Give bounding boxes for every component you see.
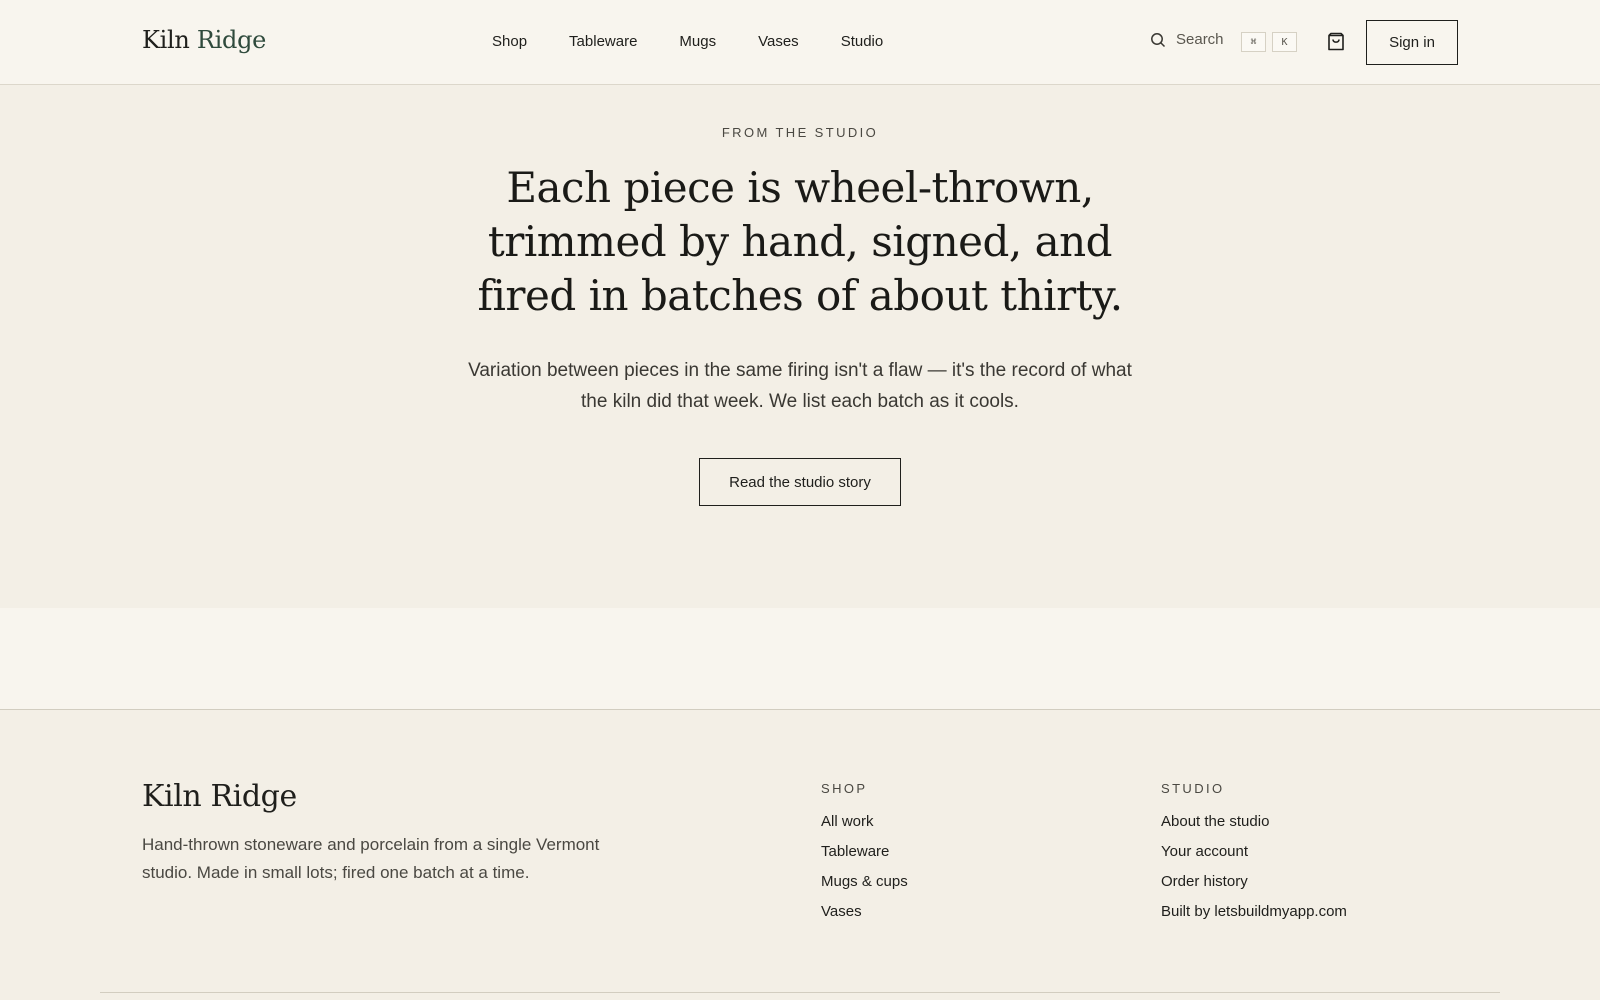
nav-tableware[interactable]: Tableware (569, 33, 637, 50)
search-trigger[interactable]: Search (1150, 31, 1224, 48)
hero-headline: Each piece is wheel-thrown, trimmed by h… (477, 163, 1123, 320)
cart-button[interactable] (1325, 31, 1347, 58)
site-header: Kiln Ridge Shop Tableware Mugs Vases Stu… (0, 0, 1600, 85)
footer-shop-column: SHOP All work Tableware Mugs & cups Vase… (821, 781, 908, 932)
search-icon (1150, 32, 1166, 48)
logo-accent: Ridge (196, 26, 267, 54)
nav-vases[interactable]: Vases (758, 33, 799, 50)
hero-lede: Variation between pieces in the same fir… (468, 360, 1132, 412)
main-nav: Shop Tableware Mugs Vases Studio (492, 33, 883, 50)
sign-in-button[interactable]: Sign in (1366, 20, 1458, 65)
kbd-k: K (1272, 32, 1297, 52)
footer-link-mugs-cups[interactable]: Mugs & cups (821, 872, 908, 902)
footer-link-order-history[interactable]: Order history (1161, 872, 1347, 902)
hero-section: FROM THE STUDIO Each piece is wheel-thro… (0, 85, 1600, 608)
search-label: Search (1176, 31, 1224, 48)
nav-mugs[interactable]: Mugs (679, 33, 716, 50)
footer-studio-column: STUDIO About the studio Your account Ord… (1161, 781, 1347, 932)
footer-link-account[interactable]: Your account (1161, 842, 1347, 872)
footer-link-all-work[interactable]: All work (821, 812, 908, 842)
footer-link-tableware[interactable]: Tableware (821, 842, 908, 872)
content-band (0, 608, 1600, 710)
footer-link-about[interactable]: About the studio (1161, 812, 1347, 842)
nav-studio[interactable]: Studio (841, 33, 884, 50)
studio-story-button[interactable]: Read the studio story (699, 458, 901, 506)
footer-description: Hand-thrown stoneware and porcelain from… (142, 835, 600, 882)
search-shortcut: ⌘ K (1241, 32, 1297, 52)
footer-shop-heading: SHOP (821, 781, 868, 796)
footer-link-vases[interactable]: Vases (821, 902, 908, 932)
site-footer: Kiln Ridge Hand-thrown stoneware and por… (0, 711, 1600, 1000)
site-logo[interactable]: Kiln Ridge (142, 26, 266, 54)
footer-studio-heading: STUDIO (1161, 781, 1225, 796)
nav-shop[interactable]: Shop (492, 33, 527, 50)
logo-primary: Kiln (142, 26, 190, 54)
shopping-bag-icon (1325, 32, 1347, 57)
footer-link-built-by[interactable]: Built by letsbuildmyapp.com (1161, 902, 1347, 932)
hero-eyebrow: FROM THE STUDIO (721, 125, 879, 140)
kbd-command: ⌘ (1241, 32, 1266, 52)
footer-logo[interactable]: Kiln Ridge (142, 779, 297, 814)
footer-divider (100, 992, 1500, 993)
